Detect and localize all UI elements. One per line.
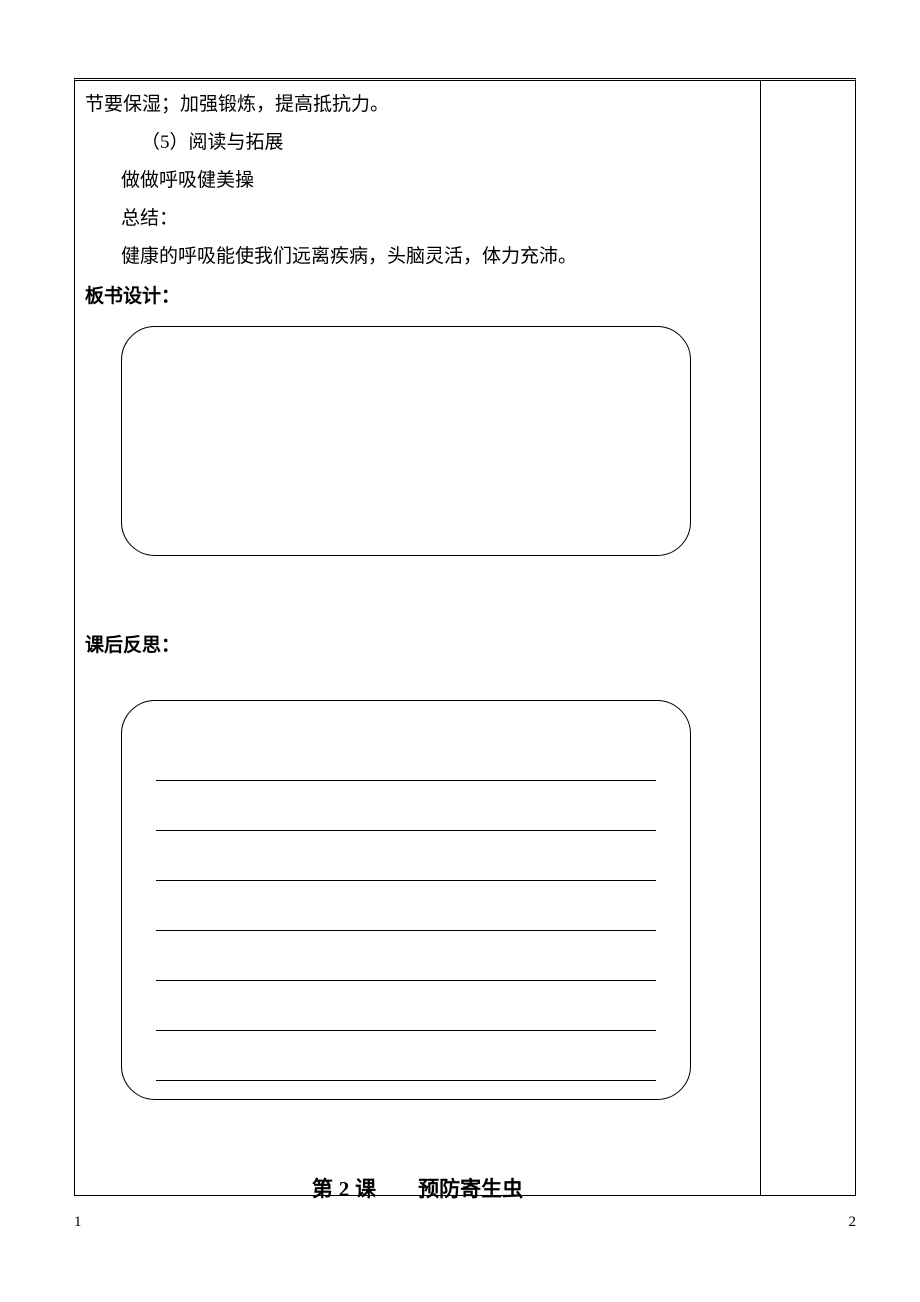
writing-line bbox=[156, 981, 656, 1031]
writing-line bbox=[156, 1031, 656, 1081]
page-frame: 节要保湿；加强锻炼，提高抵抗力。 （5）阅读与拓展 做做呼吸健美操 总结： 健康… bbox=[74, 78, 856, 1196]
spacer bbox=[85, 566, 750, 624]
writing-line bbox=[156, 931, 656, 981]
lesson-prefix: 第 bbox=[312, 1178, 339, 1201]
text-line-3: 做做呼吸健美操 bbox=[85, 163, 750, 199]
lesson-title: 第 2 课 预防寄生虫 bbox=[85, 1170, 750, 1210]
board-design-box bbox=[121, 326, 691, 556]
text-line-1: 节要保湿；加强锻炼，提高抵抗力。 bbox=[85, 87, 750, 123]
text-line-2: （5）阅读与拓展 bbox=[85, 125, 750, 161]
spacer bbox=[85, 670, 750, 690]
reflection-box bbox=[121, 700, 691, 1100]
lesson-mid: 课 bbox=[349, 1178, 376, 1201]
text-line-4: 总结： bbox=[85, 201, 750, 237]
main-column: 节要保湿；加强锻炼，提高抵抗力。 （5）阅读与拓展 做做呼吸健美操 总结： 健康… bbox=[75, 81, 761, 1195]
footer-right-number: 2 bbox=[849, 1208, 857, 1237]
side-column bbox=[761, 81, 855, 1195]
writing-line bbox=[156, 831, 656, 881]
text-line-5: 健康的呼吸能使我们远离疾病，头脑灵活，体力充沛。 bbox=[85, 239, 750, 275]
lesson-spacer bbox=[376, 1178, 418, 1201]
reflection-heading: 课后反思： bbox=[85, 628, 750, 664]
lesson-name: 预防寄生虫 bbox=[418, 1178, 523, 1201]
footer-left-number: 1 bbox=[74, 1208, 82, 1237]
writing-line bbox=[156, 731, 656, 781]
writing-line bbox=[156, 781, 656, 831]
lesson-number: 2 bbox=[339, 1177, 350, 1201]
board-design-heading: 板书设计： bbox=[85, 279, 750, 315]
writing-line bbox=[156, 881, 656, 931]
